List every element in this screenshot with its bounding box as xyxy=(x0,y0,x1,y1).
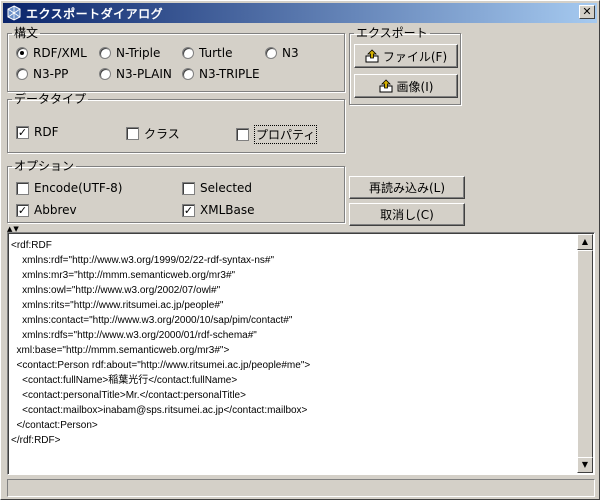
status-bar xyxy=(7,479,595,497)
checkbox-box: ✓ xyxy=(16,125,29,139)
cancel-button[interactable]: 取消し(C) xyxy=(349,203,465,226)
checkbox-abbrev[interactable]: ✓ Abbrev xyxy=(16,203,77,217)
options-legend: オプション xyxy=(14,159,75,173)
export-dialog: エクスポートダイアログ ✕ 構文 RDF/XML N-Triple Turtle… xyxy=(0,0,600,500)
rdf-output-text: <rdf:RDF xmlns:rdf="http://www.w3.org/19… xyxy=(11,240,311,446)
export-file-label: ファイル(F) xyxy=(382,49,448,64)
export-legend: エクスポート xyxy=(356,26,428,40)
cancel-label: 取消し(C) xyxy=(380,208,434,222)
radio-dot xyxy=(265,47,277,59)
window-title: エクスポートダイアログ xyxy=(26,6,164,21)
checkbox-rdf[interactable]: ✓ RDF xyxy=(16,125,58,139)
checkbox-box xyxy=(236,128,249,141)
checkbox-label: Encode(UTF-8) xyxy=(34,181,123,195)
radio-n3plain[interactable]: N3-PLAIN xyxy=(99,67,172,81)
radio-label: Turtle xyxy=(199,46,233,60)
radio-label: N-Triple xyxy=(116,46,161,60)
export-icon xyxy=(365,49,379,63)
radio-dot xyxy=(99,68,111,80)
radio-label: N3-PP xyxy=(33,67,69,81)
app-icon xyxy=(7,5,21,21)
syntax-legend: 構文 xyxy=(14,26,39,40)
title-bar[interactable]: エクスポートダイアログ ✕ xyxy=(3,3,597,23)
checkbox-label: RDF xyxy=(34,125,59,139)
radio-turtle[interactable]: Turtle xyxy=(182,46,232,60)
checkbox-box xyxy=(182,181,195,195)
radio-n3triple[interactable]: N3-TRIPLE xyxy=(182,67,260,81)
checkbox-encode[interactable]: Encode(UTF-8) xyxy=(16,181,122,195)
checkbox-label: プロパティ xyxy=(254,125,318,144)
radio-label: RDF/XML xyxy=(33,46,87,60)
scroll-down-button[interactable]: ▼ xyxy=(577,457,593,473)
radio-dot xyxy=(182,68,194,80)
vertical-scrollbar[interactable]: ▲ ▼ xyxy=(577,234,593,473)
radio-label: N3-TRIPLE xyxy=(199,67,260,81)
scroll-up-button[interactable]: ▲ xyxy=(577,234,593,250)
radio-dot xyxy=(182,47,194,59)
checkbox-class[interactable]: クラス xyxy=(126,125,180,142)
radio-ntriple[interactable]: N-Triple xyxy=(99,46,160,60)
checkbox-label: Abbrev xyxy=(34,203,77,217)
export-file-button[interactable]: ファイル(F) xyxy=(354,44,458,68)
checkbox-label: Selected xyxy=(200,181,253,195)
scroll-thumb[interactable] xyxy=(577,250,593,458)
datatype-group: データタイプ xyxy=(7,93,345,153)
export-image-button[interactable]: 画像(I) xyxy=(354,74,458,98)
datatype-legend: データタイプ xyxy=(14,92,87,106)
close-button[interactable]: ✕ xyxy=(579,5,595,19)
checkbox-property[interactable]: プロパティ xyxy=(236,125,318,144)
export-image-label: 画像(I) xyxy=(396,79,434,94)
radio-n3[interactable]: N3 xyxy=(265,46,299,60)
checkbox-label: XMLBase xyxy=(200,203,255,217)
export-icon xyxy=(379,79,393,93)
radio-dot xyxy=(16,68,28,80)
output-textarea[interactable]: <rdf:RDF xmlns:rdf="http://www.w3.org/19… xyxy=(7,232,595,475)
checkbox-label: クラス xyxy=(144,127,180,141)
checkbox-box: ✓ xyxy=(16,203,29,217)
checkbox-box: ✓ xyxy=(182,203,195,217)
checkbox-box xyxy=(16,181,29,195)
reload-button[interactable]: 再読み込み(L) xyxy=(349,176,465,199)
radio-dot xyxy=(16,47,28,59)
radio-rdfxml[interactable]: RDF/XML xyxy=(16,46,87,60)
radio-dot xyxy=(99,47,111,59)
checkbox-box xyxy=(126,127,139,140)
radio-label: N3-PLAIN xyxy=(116,67,172,81)
checkbox-xmlbase[interactable]: ✓ XMLBase xyxy=(182,203,254,217)
radio-label: N3 xyxy=(282,46,299,60)
reload-label: 再読み込み(L) xyxy=(368,181,446,195)
radio-n3pp[interactable]: N3-PP xyxy=(16,67,68,81)
checkbox-selected[interactable]: Selected xyxy=(182,181,252,195)
